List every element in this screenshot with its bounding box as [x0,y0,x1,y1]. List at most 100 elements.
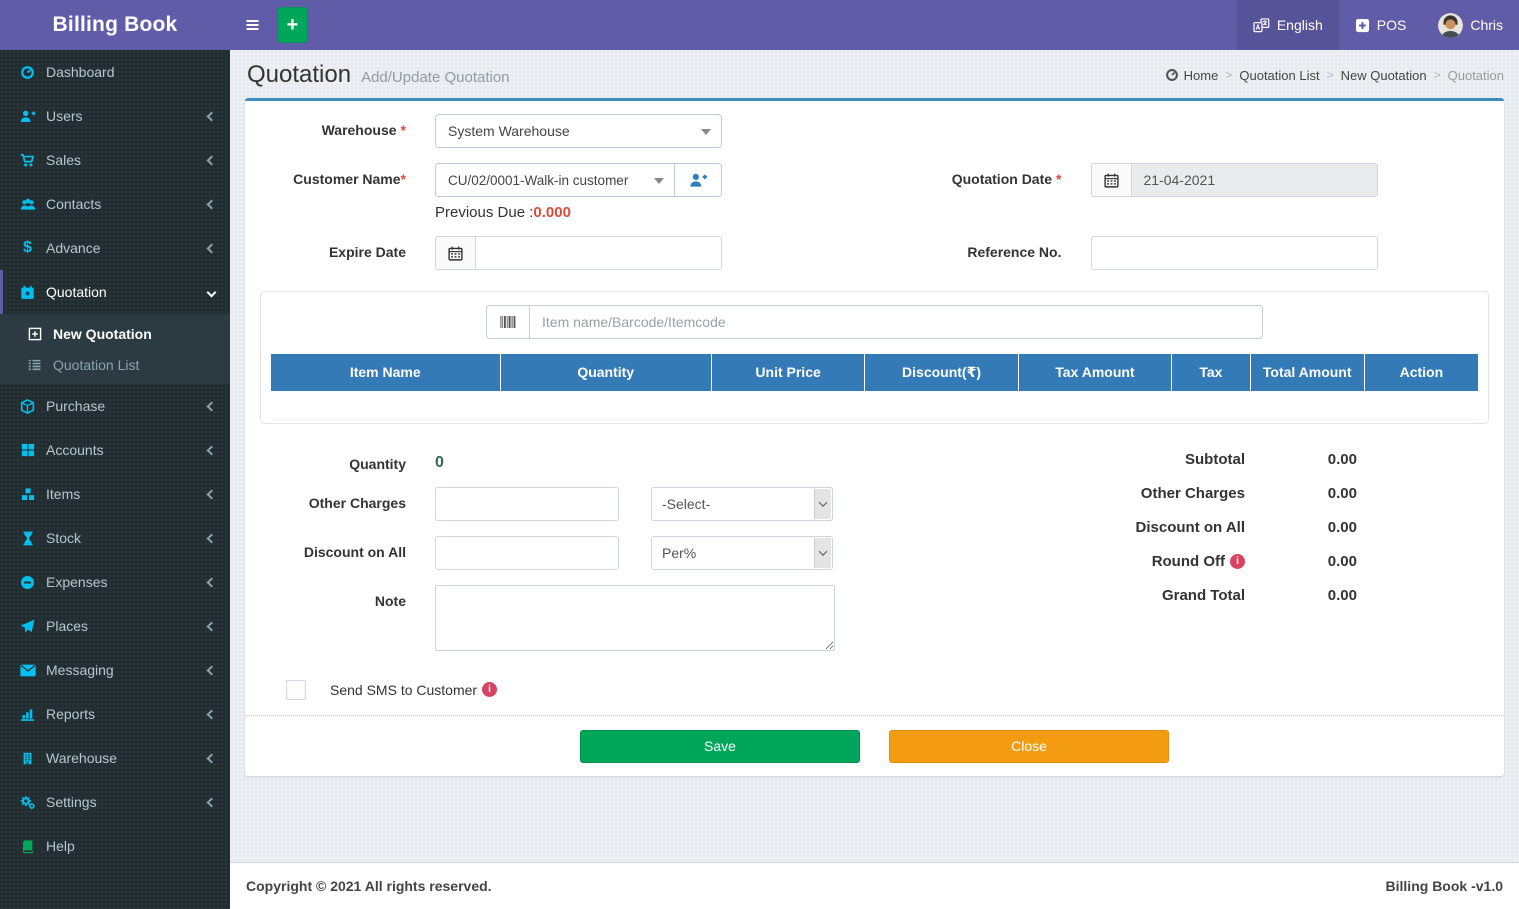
previous-due-value: 0.000 [533,204,571,221]
required-asterisk: * [1056,171,1061,187]
version-text: Billing Book -v1.0 [1386,878,1503,894]
quick-add-button[interactable]: + [277,7,308,43]
sidebar-item-expenses[interactable]: Expenses [0,560,230,604]
col-quantity: Quantity [500,354,711,391]
user-menu[interactable]: Chris [1422,0,1519,50]
list-icon [25,358,44,372]
breadcrumb-home[interactable]: Home [1184,68,1219,83]
item-search-group [486,305,1263,339]
breadcrumb: Home > Quotation List > New Quotation > … [1165,68,1504,83]
sidebar-item-label: Dashboard [46,64,115,80]
col-action: Action [1364,354,1478,391]
grand-total-label: Grand Total [987,587,1245,604]
sidebar-subitem-label: Quotation List [53,357,139,373]
sidebar-item-label: Expenses [46,574,107,590]
sidebar-item-label: Stock [46,530,81,546]
language-label: English [1277,17,1323,33]
chevron-left-icon [207,155,217,165]
reference-no-input[interactable] [1091,236,1378,270]
other-charges-input[interactable] [435,487,619,521]
sidebar-item-help[interactable]: Help [0,824,230,868]
sidebar-item-label: Advance [46,240,100,256]
breadcrumb-new-quotation[interactable]: New Quotation [1341,68,1427,83]
sidebar-item-sales[interactable]: Sales [0,138,230,182]
chevron-left-icon [207,111,217,121]
sidebar-item-users[interactable]: Users [0,94,230,138]
expire-date-input[interactable] [475,236,722,270]
sidebar-item-dashboard[interactable]: Dashboard [0,50,230,94]
sidebar-item-label: Contacts [46,196,101,212]
home-icon [1165,68,1179,82]
customer-field-group: Customer Name* CU/02/0001-Walk-in custom… [260,163,834,221]
sidebar-item-messaging[interactable]: Messaging [0,648,230,692]
chevron-left-icon [207,243,217,253]
hamburger-icon [244,17,261,33]
sidebar-item-settings[interactable]: Settings [0,780,230,824]
sidebar-item-accounts[interactable]: Accounts [0,428,230,472]
sidebar-item-label: Users [46,108,83,124]
sidebar-item-contacts[interactable]: Contacts [0,182,230,226]
customer-select[interactable]: CU/02/0001-Walk-in customer [435,163,675,197]
breadcrumb-separator: > [1434,68,1441,82]
bar-chart-icon [18,707,37,722]
note-textarea[interactable] [435,585,835,651]
discount-type-select[interactable]: Per% [652,537,832,569]
breadcrumb-current: Quotation [1448,68,1504,83]
plus-icon: + [287,14,299,37]
app-logo[interactable]: Billing Book [0,0,230,50]
item-search-input[interactable] [529,305,1263,339]
save-button[interactable]: Save [580,730,860,763]
calendar-icon [435,236,475,270]
building-icon [18,751,37,766]
sidebar-item-places[interactable]: Places [0,604,230,648]
sidebar-subitem-new-quotation[interactable]: New Quotation [0,318,230,349]
sidebar-item-advance[interactable]: $ Advance [0,226,230,270]
sidebar-item-reports[interactable]: Reports [0,692,230,736]
user-plus-icon [18,109,37,124]
sms-row: Send SMS to Customeri [286,680,1504,700]
language-menu[interactable]: English [1237,0,1339,50]
pos-button[interactable]: POS [1339,0,1423,50]
sidebar-item-label: Accounts [46,442,104,458]
col-tax: Tax [1172,354,1251,391]
other-charges-label: Other Charges [260,487,435,521]
quantity-group: Quantity 0 [260,448,987,472]
sidebar-item-label: Help [46,838,75,854]
other-charges-select[interactable]: -Select- [652,488,832,520]
add-customer-button[interactable] [675,163,722,197]
info-icon[interactable]: i [482,682,497,697]
page-title: Quotation [247,61,351,89]
quantity-label: Quantity [260,448,435,472]
chevron-left-icon [207,533,217,543]
sidebar-item-purchase[interactable]: Purchase [0,384,230,428]
sidebar-subitem-quotation-list[interactable]: Quotation List [0,349,230,380]
paper-plane-icon [18,619,37,634]
sidebar: Dashboard Users Sales Cont [0,50,230,909]
sidebar-item-label: Items [46,486,80,502]
other-charges-group: Other Charges -Select- [260,487,987,521]
user-name: Chris [1470,17,1503,33]
items-table: Item Name Quantity Unit Price Discount(₹… [270,354,1479,420]
sidebar-item-quotation[interactable]: Quotation [0,270,230,314]
chevron-left-icon [207,621,217,631]
sidebar-item-label: Reports [46,706,95,722]
chevron-left-icon [207,445,217,455]
info-icon[interactable]: i [1230,554,1245,569]
quotation-date-input[interactable] [1131,163,1378,197]
col-tax-amount: Tax Amount [1018,354,1171,391]
content-spacer [230,776,1519,863]
breadcrumb-quotation-list[interactable]: Quotation List [1239,68,1319,83]
discount-on-all-input[interactable] [435,536,619,570]
other-charges-select-wrap: -Select- [651,487,833,521]
send-sms-checkbox[interactable] [286,680,306,700]
warehouse-select[interactable]: System Warehouse [435,114,722,148]
sidebar-item-warehouse[interactable]: Warehouse [0,736,230,780]
chevron-left-icon [207,577,217,587]
pos-label: POS [1377,17,1407,33]
close-button[interactable]: Close [889,730,1169,763]
sidebar-item-items[interactable]: Items [0,472,230,516]
language-icon [1253,18,1270,33]
sidebar-item-stock[interactable]: Stock [0,516,230,560]
sidebar-toggle-button[interactable] [230,0,275,50]
warehouse-field-group: Warehouse* System Warehouse [260,114,834,148]
